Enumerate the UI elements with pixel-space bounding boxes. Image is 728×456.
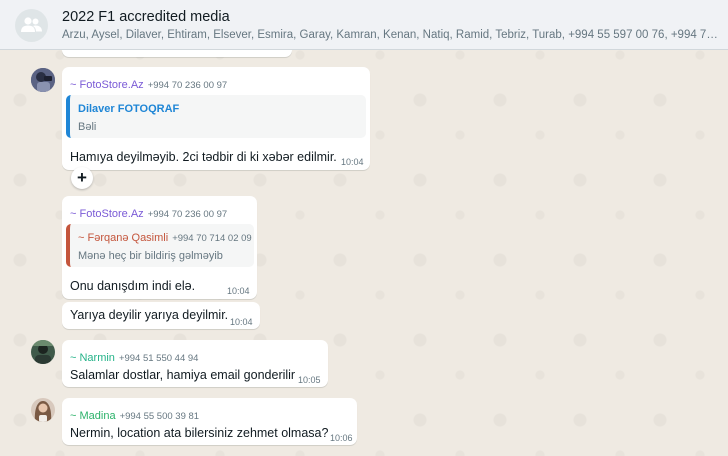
message-text: Nermin, location ata bilersiniz zehmet o… — [70, 426, 329, 440]
previous-message-bubble — [62, 50, 292, 57]
message-bubble[interactable]: ~ FotoStore.Az +994 70 236 00 97 ~ Fərqan… — [62, 196, 257, 299]
sender-name[interactable]: ~ Madina — [70, 410, 116, 422]
quoted-sender-phone: +994 70 714 02 09 — [172, 233, 252, 244]
quoted-sender: Dilaver FOTOQRAF — [78, 103, 180, 115]
message-bubble[interactable]: Yarıya deyilir yarıya deyilmir. 10:04 — [62, 302, 260, 329]
avatar[interactable] — [31, 398, 55, 422]
sender-phone: +994 70 236 00 97 — [147, 209, 228, 220]
sender-name[interactable]: ~ FotoStore.Az — [70, 208, 144, 220]
sender-phone: +994 51 550 44 94 — [118, 353, 199, 364]
avatar-photo-icon — [31, 68, 55, 92]
sender-phone: +994 55 500 39 81 — [119, 411, 200, 422]
message-bubble[interactable]: ~ FotoStore.Az +994 70 236 00 97 Dilaver … — [62, 67, 370, 170]
group-title[interactable]: 2022 F1 accredited media — [62, 9, 230, 25]
message-time: 10:06 — [330, 433, 353, 443]
message-time: 10:04 — [227, 286, 250, 296]
message-text: Onu danışdım indi elə. — [70, 279, 196, 293]
quoted-message[interactable]: Dilaver FOTOQRAF Bəli — [66, 95, 366, 138]
message-bubble[interactable]: ~ Narmin +994 51 550 44 94 Salamlar dostl… — [62, 340, 328, 387]
message-sender[interactable]: ~ FotoStore.Az +994 70 236 00 97 — [70, 204, 227, 222]
message-text: Hamıya deyilməyib. 2ci tədbir di ki xəbə… — [70, 150, 337, 164]
group-avatar[interactable] — [15, 9, 48, 42]
message-time: 10:04 — [230, 317, 253, 327]
plus-icon: + — [77, 168, 87, 187]
message-sender[interactable]: ~ Narmin +994 51 550 44 94 — [70, 348, 198, 366]
quoted-message[interactable]: ~ Fərqanə Qasimli +994 70 714 02 09 Mənə … — [66, 224, 254, 267]
message-text: Yarıya deyilir yarıya deyilmir. — [70, 308, 229, 322]
group-icon — [21, 17, 42, 32]
avatar-photo-icon — [31, 340, 55, 364]
avatar[interactable] — [31, 340, 55, 364]
avatar-photo-icon — [31, 398, 55, 422]
avatar[interactable] — [31, 68, 55, 92]
sender-phone: +994 70 236 00 97 — [147, 80, 228, 91]
message-sender[interactable]: ~ Madina +994 55 500 39 81 — [70, 406, 199, 424]
add-reaction-button[interactable]: + — [71, 167, 93, 189]
message-text: Salamlar dostlar, hamiya email gonderili… — [70, 368, 296, 382]
message-sender[interactable]: ~ FotoStore.Az +994 70 236 00 97 — [70, 75, 227, 93]
message-bubble[interactable]: ~ Madina +994 55 500 39 81 Nermin, locati… — [62, 398, 357, 445]
message-time: 10:05 — [298, 375, 321, 385]
quoted-text: Mənə heç bir bildiriş gəlməyib — [78, 250, 223, 262]
sender-name[interactable]: ~ FotoStore.Az — [70, 79, 144, 91]
quoted-sender-name: ~ Fərqanə Qasimli — [78, 232, 169, 244]
message-time: 10:04 — [341, 157, 364, 167]
group-members-list[interactable]: Arzu, Aysel, Dilaver, Ehtiram, Elsever, … — [62, 29, 722, 41]
quoted-sender: ~ Fərqanə Qasimli +994 70 714 02 09 — [78, 232, 252, 244]
chat-header[interactable]: 2022 F1 accredited media Arzu, Aysel, Di… — [0, 0, 728, 50]
sender-name[interactable]: ~ Narmin — [70, 352, 115, 364]
quoted-text: Bəli — [78, 121, 97, 133]
